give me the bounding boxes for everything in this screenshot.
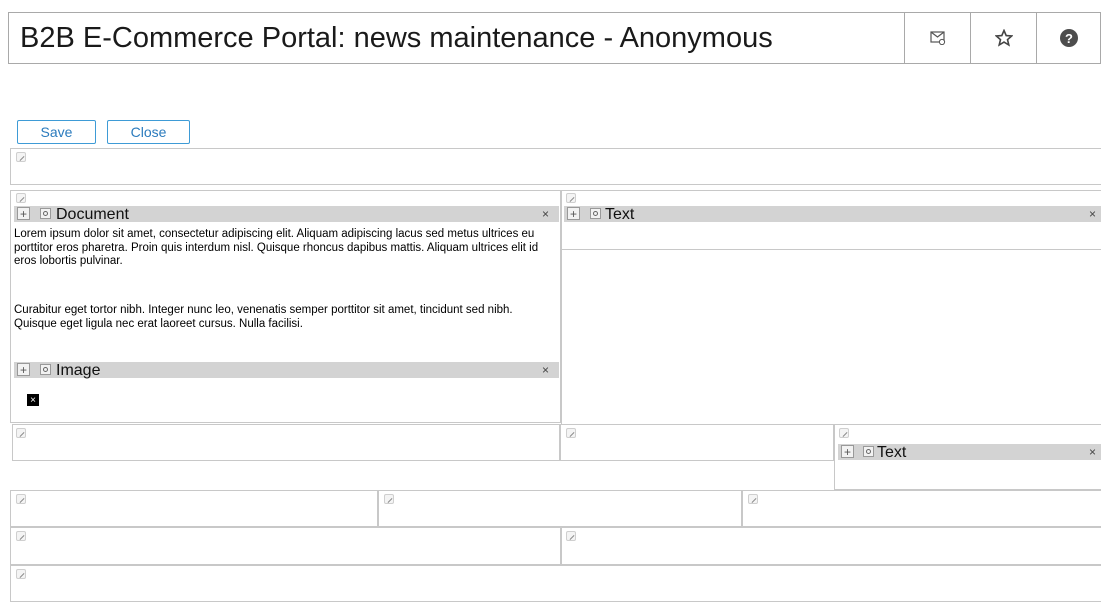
edit-icon[interactable] <box>16 193 26 203</box>
layout-row-bottom <box>10 565 1101 602</box>
edit-icon[interactable] <box>566 428 576 438</box>
layout-cell <box>561 527 1101 565</box>
settings-icon[interactable] <box>40 208 51 219</box>
document-label: Document <box>56 206 129 223</box>
remove-icon[interactable]: × <box>542 206 549 222</box>
layout-cell <box>10 490 378 527</box>
settings-icon[interactable] <box>40 364 51 375</box>
edit-icon[interactable] <box>566 531 576 541</box>
edit-icon[interactable] <box>16 569 26 579</box>
close-button[interactable]: Close <box>107 120 190 144</box>
image-label: Image <box>56 362 101 379</box>
edit-icon[interactable] <box>16 428 26 438</box>
help-button[interactable]: ? <box>1036 12 1101 64</box>
mail-button[interactable] <box>904 12 970 64</box>
text-label: Text <box>605 206 635 223</box>
mail-icon <box>929 31 945 45</box>
remove-icon[interactable]: × <box>1089 206 1096 222</box>
layout-cell <box>378 490 742 527</box>
edit-icon[interactable] <box>566 193 576 203</box>
add-icon[interactable]: + <box>567 207 580 220</box>
remove-icon[interactable]: × <box>1089 444 1096 460</box>
star-icon <box>994 29 1013 47</box>
text-component-header <box>564 206 1101 222</box>
layout-cell <box>560 424 834 461</box>
add-icon[interactable]: + <box>841 445 854 458</box>
settings-icon[interactable] <box>590 208 601 219</box>
page-title: B2B E-Commerce Portal: news maintenance … <box>20 22 773 54</box>
edit-icon[interactable] <box>16 531 26 541</box>
broken-image-icon: × <box>27 394 39 406</box>
document-paragraph-2: Curabitur eget tortor nibh. Integer nunc… <box>14 304 513 330</box>
save-button[interactable]: Save <box>17 120 96 144</box>
edit-icon[interactable] <box>839 428 849 438</box>
add-icon[interactable]: + <box>17 363 30 376</box>
favorite-button[interactable] <box>970 12 1036 64</box>
add-icon[interactable]: + <box>17 207 30 220</box>
help-icon: ? <box>1060 29 1078 47</box>
layout-cell <box>742 490 1101 527</box>
settings-icon[interactable] <box>863 446 874 457</box>
layout-cell <box>10 527 561 565</box>
edit-icon[interactable] <box>748 494 758 504</box>
edit-icon[interactable] <box>16 152 26 162</box>
document-paragraph-1: Lorem ipsum dolor sit amet, consectetur … <box>14 228 539 267</box>
edit-icon[interactable] <box>384 494 394 504</box>
text-label: Text <box>877 444 907 461</box>
column-divider <box>561 250 562 424</box>
remove-icon[interactable]: × <box>542 362 549 378</box>
layout-row-1 <box>10 148 1101 185</box>
edit-icon[interactable] <box>16 494 26 504</box>
layout-cell <box>12 424 560 461</box>
